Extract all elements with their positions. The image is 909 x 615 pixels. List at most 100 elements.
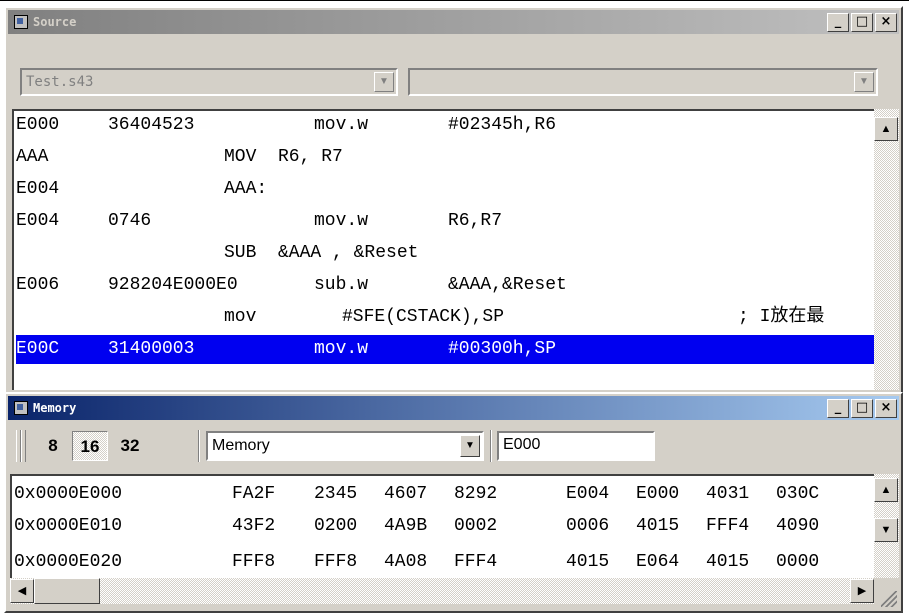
memory-word: FFF8 [314,552,358,572]
line-address: E006 [16,275,60,295]
memory-window-icon[interactable] [14,401,28,415]
memory-word: 0006 [566,516,610,536]
memory-vertical-scrollbar[interactable]: ▲ ▼ [874,474,899,578]
source-code-view[interactable]: E000 36404523 mov.w #02345h,R6 AAA MOV R… [12,109,874,390]
source-line[interactable]: E006 928204E000E0 sub.w &AAA,&Reset [16,271,874,300]
width-32-button[interactable]: 32 [112,431,148,461]
memory-word: 4015 [566,552,610,572]
scroll-left-icon[interactable]: ◀ [10,579,34,603]
line-mnemonic: mov.w [314,211,369,231]
memory-word: 0000 [776,552,820,572]
memory-word: E004 [566,484,610,504]
line-operands: #SFE(CSTACK),SP [342,307,505,327]
line-code-bytes: 31400003 [108,339,195,359]
line-operands: #02345h,R6 [448,115,557,135]
width-8-button[interactable]: 8 [38,431,68,461]
line-mnemonic: MOV [224,147,257,167]
memory-word: 43F2 [232,516,276,536]
line-mnemonic: mov [224,307,257,327]
memory-row-address: 0x0000E000 [14,484,123,504]
source-line[interactable]: E004 0746 mov.w R6,R7 [16,207,874,236]
source-line[interactable]: mov #SFE(CSTACK),SP ; I放在最 [16,303,874,332]
source-titlebar[interactable]: Source _ □ × [8,10,899,34]
function-combo[interactable]: ▼ [408,68,878,96]
horizontal-scroll-thumb[interactable] [34,578,100,604]
line-mnemonic: mov.w [314,115,369,135]
source-line[interactable]: E004 AAA: [16,175,874,204]
memory-word: E000 [636,484,680,504]
memory-zone-select[interactable]: Memory ▼ [206,431,484,461]
function-combo-dropdown-icon[interactable]: ▼ [854,72,874,92]
source-vertical-scrollbar[interactable]: ▲ [874,109,899,390]
scroll-up-icon[interactable]: ▲ [874,117,898,141]
source-window: Source _ □ × Test.s43 ▼ ▼ E000 36404523 … [4,6,903,394]
memory-row[interactable]: 0x0000E000 FA2F 2345 4607 8292 E004 E000… [14,480,819,509]
memory-word: 8292 [454,484,498,504]
line-operands: R6,R7 [448,211,503,231]
line-comment: ; I放在最 [738,307,825,327]
maximize-button[interactable]: □ [851,399,873,418]
memory-horizontal-scrollbar[interactable]: ◀ ▶ [10,578,874,604]
memory-word: 4A08 [384,552,428,572]
scroll-up-icon[interactable]: ▲ [874,478,898,502]
memory-word: 4015 [706,552,750,572]
line-address: E004 [16,179,60,199]
source-line-selected[interactable]: E00C 31400003 mov.w #00300h,SP [16,335,874,364]
line-operands: R6, R7 [278,147,343,167]
memory-dump-view[interactable]: 0x0000E000 FA2F 2345 4607 8292 E004 E000… [10,474,874,578]
source-line[interactable]: AAA MOV R6, R7 [16,143,874,172]
line-operands: &AAA,&Reset [448,275,567,295]
memory-window-title: Memory [33,401,77,415]
memory-word: E064 [636,552,680,572]
source-window-title: Source [33,15,77,29]
line-address: E00C [16,339,60,359]
scroll-right-icon[interactable]: ▶ [850,579,874,603]
memory-word: FA2F [232,484,276,504]
source-line[interactable]: E000 36404523 mov.w #02345h,R6 [16,111,874,140]
memory-word: 2345 [314,484,358,504]
source-line[interactable]: SUB &AAA , &Reset [16,239,874,268]
close-button[interactable]: × [875,13,897,32]
memory-word: 0002 [454,516,498,536]
minimize-button[interactable]: _ [827,13,849,32]
toolbar-grip[interactable] [21,430,26,462]
memory-word: 4015 [636,516,680,536]
address-input[interactable]: E000 [497,431,655,461]
line-address: E004 [16,211,60,231]
memory-word: 0200 [314,516,358,536]
line-mnemonic: sub.w [314,275,369,295]
memory-titlebar[interactable]: Memory _ □ × [8,396,899,420]
line-address: E000 [16,115,60,135]
memory-word: FFF8 [232,552,276,572]
screen-top-edge [0,0,909,5]
scroll-down-icon[interactable]: ▼ [874,518,898,542]
line-code-bytes: 36404523 [108,115,195,135]
memory-zone-dropdown-icon[interactable]: ▼ [460,435,480,457]
memory-zone-value: Memory [212,437,270,454]
line-operands: #00300h,SP [448,339,557,359]
minimize-button[interactable]: _ [827,399,849,418]
memory-word: FFF4 [454,552,498,572]
memory-word: 4090 [776,516,820,536]
line-label: AAA: [224,179,268,199]
file-combo-dropdown-icon[interactable]: ▼ [374,72,394,92]
toolbar-separator [490,430,492,462]
line-mnemonic: SUB [224,243,257,263]
file-combo[interactable]: Test.s43 ▼ [20,68,398,96]
memory-toolbar: 8 16 32 Memory ▼ E000 [10,426,896,466]
close-button[interactable]: × [875,399,897,418]
resize-grip-icon[interactable] [875,585,899,609]
source-window-icon[interactable] [14,15,28,29]
line-address: AAA [16,147,49,167]
line-code-bytes: 0746 [108,211,152,231]
memory-word: 4607 [384,484,428,504]
line-operands: &AAA , &Reset [278,243,419,263]
maximize-button[interactable]: □ [851,13,873,32]
memory-word: 4A9B [384,516,428,536]
width-16-button[interactable]: 16 [72,431,108,461]
memory-row[interactable]: 0x0000E010 43F2 0200 4A9B 0002 0006 4015… [14,512,819,541]
memory-row[interactable]: 0x0000E020 FFF8 FFF8 4A08 FFF4 4015 E064… [14,548,819,577]
toolbar-separator [198,430,200,462]
line-code-bytes: 928204E000E0 [108,275,238,295]
memory-row-address: 0x0000E020 [14,552,123,572]
